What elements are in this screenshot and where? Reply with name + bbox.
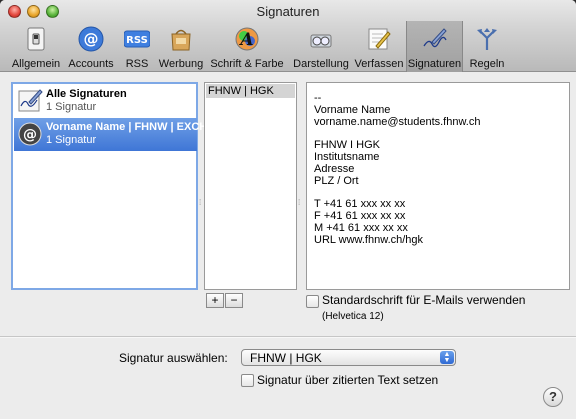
svg-text:@: @ <box>23 127 37 143</box>
accounts-list[interactable]: Alle Signaturen 1 Signatur @ Vorname Nam… <box>11 82 207 290</box>
font-color-icon: A <box>235 27 259 51</box>
toolbar-item-signaturen[interactable]: Signaturen <box>406 21 463 72</box>
chevron-updown-icon: ▲ ▼ <box>440 351 454 364</box>
toolbar-item-verfassen[interactable]: Verfassen <box>354 22 404 70</box>
toolbar-item-label: Regeln <box>469 58 505 70</box>
remove-signature-button[interactable]: − <box>225 293 243 308</box>
svg-text:@: @ <box>84 30 99 48</box>
account-name: Alle Signaturen <box>46 88 127 100</box>
signatures-list[interactable]: FHNW | HGK <box>204 82 297 290</box>
divider <box>0 337 576 338</box>
signature-pen-icon <box>422 28 447 48</box>
account-name: Vorname Name | FHNW | EXCH <box>46 121 208 133</box>
list-item[interactable]: Alle Signaturen 1 Signatur <box>14 85 197 118</box>
help-button[interactable]: ? <box>543 387 563 407</box>
toolbar-item-werbung[interactable]: Werbung <box>158 22 204 70</box>
toolbar-item-label: Allgemein <box>11 58 61 70</box>
at-sign-icon: @ <box>18 122 42 146</box>
rules-arrows-icon <box>477 28 497 50</box>
toolbar-item-schrift-farbe[interactable]: A Schrift & Farbe <box>207 22 287 70</box>
default-font-checkbox[interactable] <box>306 295 319 308</box>
splitter-handle[interactable]: ⁞ <box>298 198 301 207</box>
toolbar-item-label: Accounts <box>68 58 114 70</box>
svg-text:A: A <box>238 30 253 50</box>
toolbar-item-label: Signaturen <box>407 58 462 70</box>
signature-icon <box>18 89 43 112</box>
svg-text:RSS: RSS <box>126 35 148 46</box>
toolbar-item-allgemein[interactable]: Allgemein <box>10 22 62 70</box>
eyeglasses-icon <box>310 34 332 48</box>
add-signature-button[interactable]: + <box>206 293 224 308</box>
junk-bag-icon <box>171 29 191 51</box>
choose-signature-label: Signatur auswählen: <box>119 351 228 365</box>
splitter-handle[interactable]: ⁞ <box>199 198 202 207</box>
list-item[interactable]: @ Vorname Name | FHNW | EXCH 1 Signatur <box>14 118 207 151</box>
above-quote-label: Signatur über zitierten Text setzen <box>257 373 439 387</box>
rss-icon: RSS <box>124 30 150 48</box>
list-item[interactable]: FHNW | HGK <box>206 84 295 98</box>
light-switch-icon <box>27 27 45 51</box>
pencil-note-icon <box>368 28 391 50</box>
toolbar-item-regeln[interactable]: Regeln <box>467 22 507 70</box>
choose-signature-value: FHNW | HGK <box>250 351 322 365</box>
preferences-window: Signaturen Allgemein @ Accounts RSS RSS … <box>0 0 576 419</box>
toolbar-item-label: Verfassen <box>354 58 404 70</box>
toolbar-item-accounts[interactable]: @ Accounts <box>66 22 116 70</box>
toolbar-item-label: Darstellung <box>293 58 349 70</box>
account-signature-count: 1 Signatur <box>46 101 97 113</box>
window-title: Signaturen <box>256 4 320 19</box>
toolbar: Signaturen Allgemein @ Accounts RSS RSS … <box>0 0 576 72</box>
default-font-hint: (Helvetica 12) <box>322 311 384 322</box>
toolbar-item-label: Werbung <box>158 58 204 70</box>
toolbar-item-rss[interactable]: RSS RSS <box>119 22 155 70</box>
at-sign-icon: @ <box>78 26 104 52</box>
above-quote-checkbox[interactable] <box>241 374 254 387</box>
toolbar-item-label: RSS <box>125 58 149 70</box>
signature-editor[interactable]: -- Vorname Name vorname.name@students.fh… <box>306 82 570 290</box>
choose-signature-popup[interactable]: FHNW | HGK ▲ ▼ <box>241 349 456 366</box>
account-signature-count: 1 Signatur <box>46 134 97 146</box>
toolbar-item-darstellung[interactable]: Darstellung <box>290 22 352 70</box>
default-font-label: Standardschrift für E-Mails verwenden <box>322 293 526 307</box>
toolbar-item-label: Schrift & Farbe <box>210 58 284 70</box>
